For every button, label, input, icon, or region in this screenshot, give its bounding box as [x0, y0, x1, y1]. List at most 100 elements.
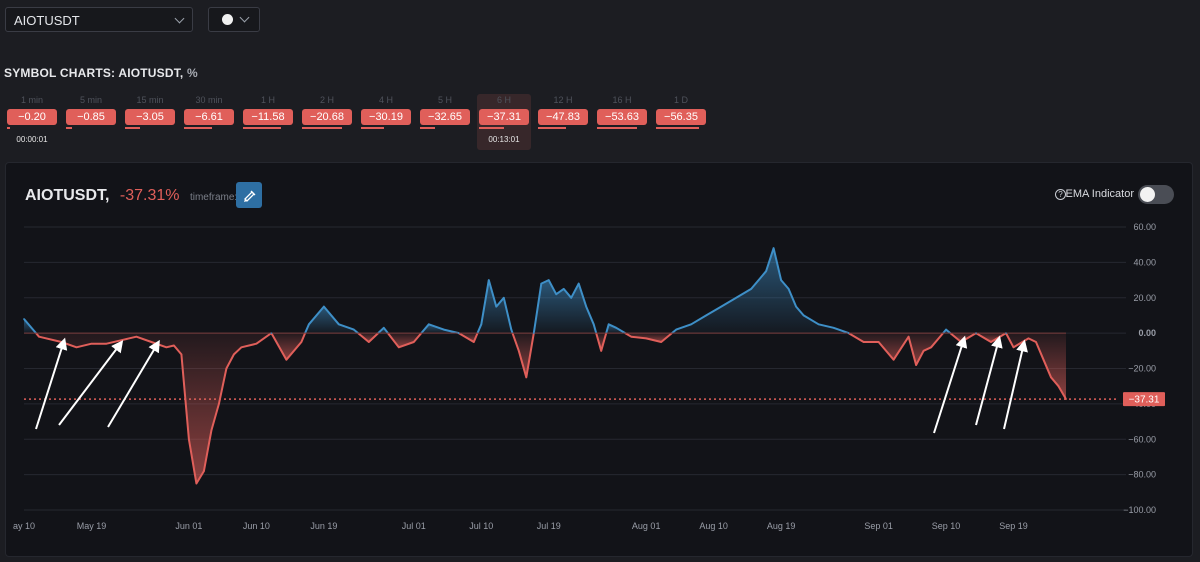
timeframe-item[interactable]: 16 H −53.63 [597, 94, 647, 150]
data-point [75, 346, 78, 349]
annotation-arrow [1003, 339, 1028, 430]
data-point [180, 353, 183, 356]
data-point [1057, 385, 1060, 387]
data-point [1050, 376, 1052, 379]
timeframe-item[interactable]: 5 min −0.85 [66, 94, 116, 150]
timeframe-label: 6 H [496, 95, 511, 105]
data-point [233, 353, 235, 356]
data-point [877, 341, 880, 343]
timeframe-label: 30 min [195, 95, 223, 105]
chevron-down-icon [174, 13, 185, 24]
data-point [795, 305, 797, 308]
timeframe-item[interactable]: 15 min −3.05 [125, 94, 175, 150]
color-theme-dropdown[interactable] [208, 7, 260, 32]
timeframe-label: 4 H [378, 95, 393, 105]
y-tick-label: −60.00 [1128, 434, 1156, 444]
data-point [510, 328, 513, 331]
data-point [555, 293, 558, 296]
white-circle-icon [222, 14, 233, 25]
data-point [990, 341, 992, 343]
timeframe-change-chip: −37.31 [479, 109, 529, 125]
timeframe-underline [125, 127, 140, 129]
timeframe-label: 5 min [79, 95, 102, 105]
data-point [165, 346, 168, 349]
data-point [502, 296, 505, 299]
annotation-arrow [35, 337, 68, 430]
data-point [600, 350, 603, 352]
data-point [1005, 332, 1007, 334]
x-tick-label: Aug 01 [632, 521, 661, 531]
timeframe-label: 12 H [553, 95, 573, 105]
data-point [705, 314, 707, 317]
timeframe-underline [66, 127, 72, 129]
timeframe-item[interactable]: 2 H −20.68 [302, 94, 352, 150]
chart-panel: AIOTUSDT, -37.31% timeframe: 6 H ? EMA I… [5, 162, 1193, 557]
data-point [832, 327, 835, 329]
data-point [218, 403, 220, 405]
timeframe-underline [479, 127, 504, 129]
x-tick-label: Sep 01 [864, 521, 893, 531]
timeframe-change-chip: −20.68 [302, 109, 352, 125]
timeframe-change-chip: −6.61 [184, 109, 234, 125]
data-point [525, 376, 528, 379]
price-chart[interactable]: 60.0040.0020.000.00−20.00−40.00−60.00−80… [6, 163, 1192, 556]
data-point [787, 288, 790, 290]
timeframe-underline [597, 127, 637, 129]
y-tick-label: −20.00 [1128, 364, 1156, 374]
timeframe-item[interactable]: 1 H −11.58 [243, 94, 293, 150]
annotation-arrow [107, 339, 160, 428]
x-tick-label: Aug 19 [767, 521, 796, 531]
timeframe-item[interactable]: 4 H −30.19 [361, 94, 411, 150]
timeframe-item[interactable]: 30 min −6.61 [184, 94, 234, 150]
data-point [735, 296, 737, 299]
annotation-arrow [975, 335, 1003, 426]
timeframe-underline [7, 127, 10, 129]
x-tick-label: ay 10 [13, 521, 35, 531]
timeframe-item[interactable]: 6 H −37.31 00:13:01 [477, 94, 531, 150]
data-point [383, 327, 385, 329]
data-point [945, 328, 947, 331]
x-tick-label: Jun 01 [175, 521, 202, 531]
data-point [413, 341, 415, 343]
data-point [802, 314, 805, 317]
data-point [750, 288, 752, 290]
timeframe-item[interactable]: 1 min −0.20 00:00:01 [7, 94, 57, 150]
x-tick-label: Sep 19 [999, 521, 1028, 531]
data-point [720, 305, 722, 308]
data-point [240, 346, 243, 349]
timeframe-change-chip: −47.83 [538, 109, 588, 125]
data-point [922, 350, 925, 352]
data-point [532, 332, 535, 334]
data-point [1012, 346, 1015, 349]
data-point [270, 332, 273, 334]
data-point [547, 279, 550, 281]
timeframe-change-chip: −53.63 [597, 109, 647, 125]
timeframe-item[interactable]: 5 H −32.65 [420, 94, 470, 150]
data-point [90, 342, 93, 345]
timeframe-item[interactable]: 12 H −47.83 [538, 94, 588, 150]
timeframe-underline [361, 127, 384, 129]
data-point [38, 335, 40, 338]
data-point [540, 282, 543, 285]
y-tick-label: −100.00 [1123, 505, 1156, 515]
data-point [1042, 358, 1045, 361]
data-point [203, 470, 205, 472]
data-point [135, 335, 138, 338]
timeframe-change-chip: −0.20 [7, 109, 57, 125]
annotation-arrow [58, 340, 124, 426]
timeframe-item[interactable]: 1 D −56.35 [656, 94, 706, 150]
data-point [570, 296, 573, 299]
x-tick-label: Sep 10 [932, 521, 961, 531]
data-point [960, 341, 962, 343]
data-point [105, 342, 108, 345]
y-tick-label: 60.00 [1133, 222, 1156, 232]
symbol-select[interactable]: AIOTUSDT [5, 7, 193, 32]
data-point [690, 323, 692, 326]
data-point [765, 270, 767, 273]
timeframe-label: 1 min [20, 95, 43, 105]
x-tick-label: Jun 10 [243, 521, 270, 531]
data-point [630, 335, 633, 338]
data-point [195, 482, 198, 485]
section-title: SYMBOL CHARTS: AIOTUSDT, % [4, 66, 198, 80]
data-point [1035, 341, 1037, 343]
